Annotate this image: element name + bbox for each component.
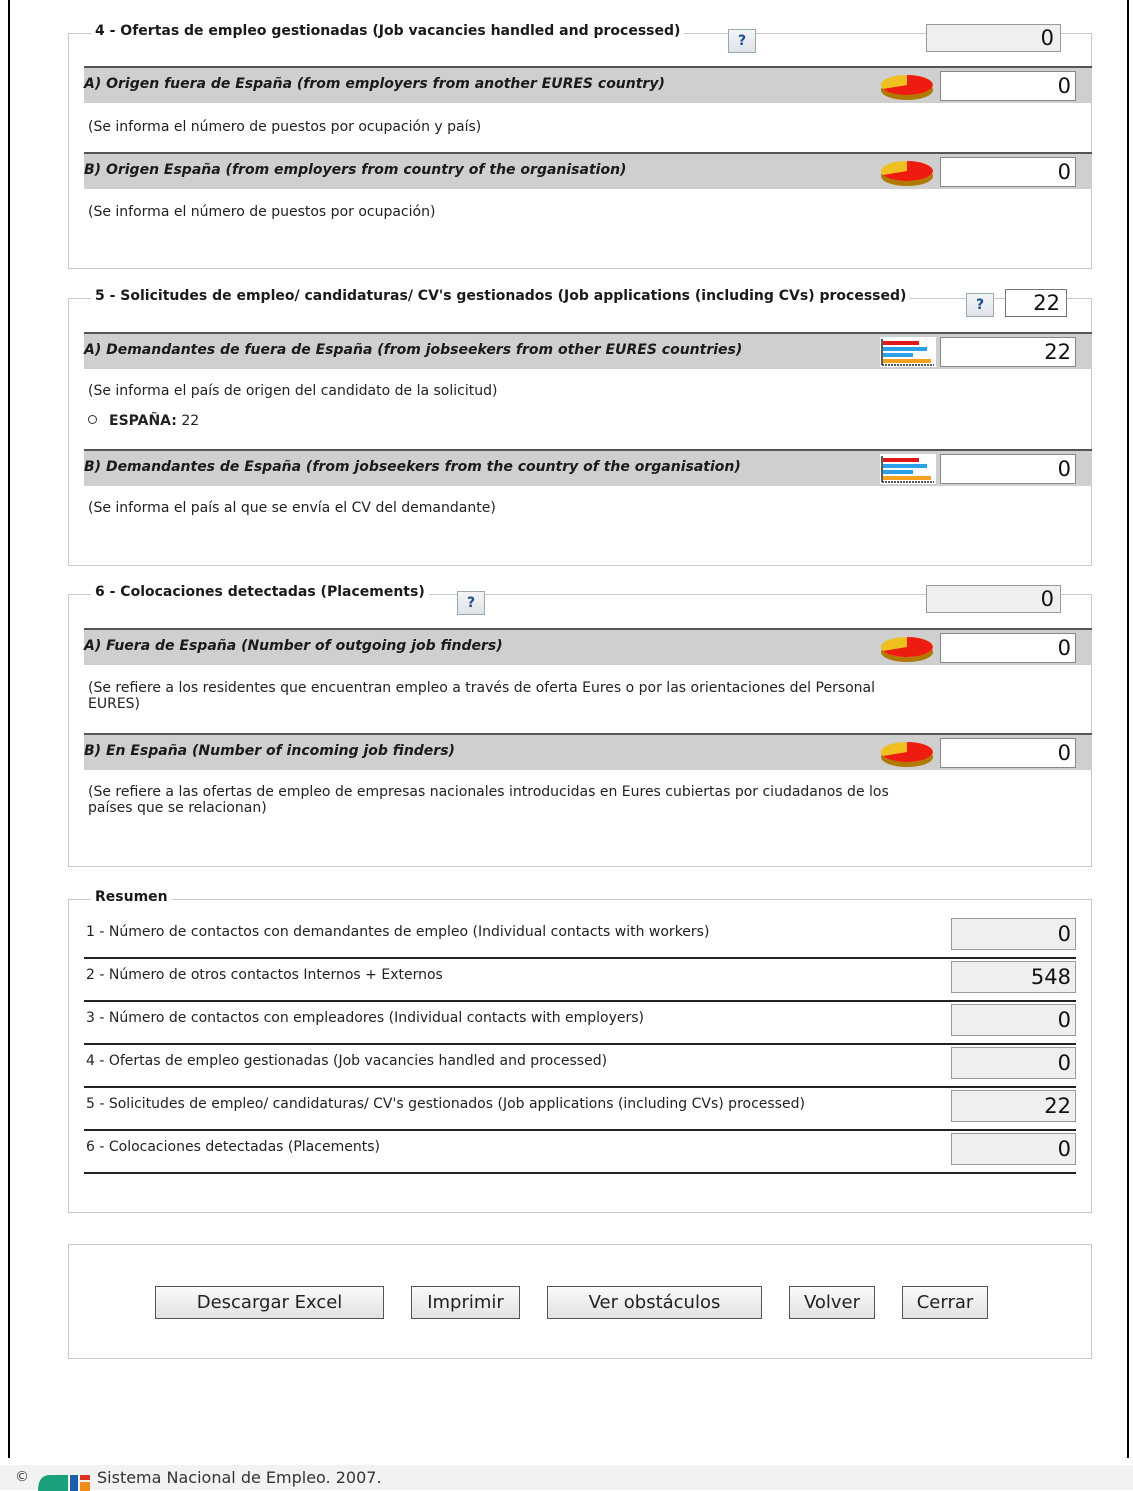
section-job-applications: 5 - Solicitudes de empleo/ candidaturas/… [68,288,1092,566]
back-button[interactable]: Volver [789,1286,875,1319]
subsection-label: A) Fuera de España (Number of outgoing j… [84,638,503,654]
value-field: 0 [940,71,1076,101]
country-name: ESPAÑA: [109,413,177,429]
section-placements: 6 - Colocaciones detectadas (Placements)… [68,584,1092,867]
section-title: 5 - Solicitudes de empleo/ candidaturas/… [91,288,911,304]
subsection-label: B) Origen España (from employers from co… [84,162,627,178]
summary-label: 2 - Número de otros contactos Internos +… [86,967,443,983]
bullet-icon [88,415,97,424]
summary-label: 6 - Colocaciones detectadas (Placements) [86,1139,380,1155]
subsection-header: B) Demandantes de España (from jobseeker… [84,449,1092,486]
view-obstacles-button[interactable]: Ver obstáculos [547,1286,762,1319]
summary-row: 5 - Solicitudes de empleo/ candidaturas/… [84,1088,1076,1131]
section-total: 0 [926,585,1061,613]
note-line: EURES) [88,696,141,712]
copyright-symbol: © [15,1469,29,1485]
summary-value: 0 [951,1047,1076,1079]
summary-label: 1 - Número de contactos con demandantes … [86,924,710,940]
value-field: 0 [940,633,1076,663]
summary-value: 548 [951,961,1076,993]
download-excel-button[interactable]: Descargar Excel [155,1286,384,1319]
value-field: 22 [940,337,1076,367]
subsection-note: (Se informa el país de origen del candid… [88,383,498,399]
bar-chart-icon[interactable] [880,454,936,484]
country-value: 22 [181,413,200,429]
subsection-note: (Se informa el número de puestos por ocu… [88,204,436,220]
summary-value: 0 [951,1004,1076,1036]
summary-label: 3 - Número de contactos con empleadores … [86,1010,645,1026]
summary-value: 0 [951,1133,1076,1165]
subsection-label: A) Demandantes de fuera de España (from … [84,342,743,358]
bar-chart-icon[interactable] [880,337,936,367]
summary-row: 2 - Número de otros contactos Internos +… [84,959,1076,1002]
country-item: ESPAÑA: 22 [88,413,199,429]
section-total: 0 [926,24,1061,52]
subsection-label: A) Origen fuera de España (from employer… [84,76,665,92]
subsection-header: B) En España (Number of incoming job fin… [84,733,1092,770]
summary-value: 0 [951,918,1076,950]
summary-row: 4 - Ofertas de empleo gestionadas (Job v… [84,1045,1076,1088]
value-field: 0 [940,738,1076,768]
footer: © Sistema Nacional de Empleo. 2007. [0,1465,1133,1491]
summary-row: 1 - Número de contactos con demandantes … [84,916,1076,959]
help-button[interactable]: ? [457,591,485,615]
summary-row: 3 - Número de contactos con empleadores … [84,1002,1076,1045]
note-line: (Se refiere a los residentes que encuent… [88,680,876,696]
subsection-header: A) Origen fuera de España (from employer… [84,66,1092,103]
subsection-note: (Se informa el país al que se envía el C… [88,500,496,516]
print-button[interactable]: Imprimir [411,1286,520,1319]
help-button[interactable]: ? [966,293,994,317]
summary-value: 22 [951,1090,1076,1122]
section-title: 6 - Colocaciones detectadas (Placements) [91,584,429,600]
section-job-vacancies: 4 - Ofertas de empleo gestionadas (Job v… [68,23,1092,269]
help-button[interactable]: ? [728,29,756,53]
pie-chart-icon[interactable] [880,633,936,663]
summary-row: 6 - Colocaciones detectadas (Placements)… [84,1131,1076,1174]
summary-label: 5 - Solicitudes de empleo/ candidaturas/… [86,1096,805,1112]
pie-chart-icon[interactable] [880,71,936,101]
value-field: 0 [940,157,1076,187]
subsection-header: B) Origen España (from employers from co… [84,152,1092,189]
close-button[interactable]: Cerrar [902,1286,988,1319]
summary-section: Resumen 1 - Número de contactos con dema… [68,889,1092,1213]
note-line: (Se refiere a las ofertas de empleo de e… [88,784,889,800]
sne-logo [38,1475,90,1491]
pie-chart-icon[interactable] [880,738,936,768]
subsection-note: (Se informa el número de puestos por ocu… [88,119,482,135]
subsection-header: A) Demandantes de fuera de España (from … [84,332,1092,369]
subsection-note: (Se refiere a los residentes que encuent… [88,680,875,712]
summary-title: Resumen [91,889,172,905]
action-bar: Descargar Excel Imprimir Ver obstáculos … [68,1244,1092,1359]
section-total: 22 [1005,289,1067,317]
pie-chart-icon[interactable] [880,157,936,187]
subsection-label: B) En España (Number of incoming job fin… [84,743,455,759]
subsection-note: (Se refiere a las ofertas de empleo de e… [88,784,889,816]
footer-text: Sistema Nacional de Empleo. 2007. [97,1468,382,1487]
value-field: 0 [940,454,1076,484]
subsection-label: B) Demandantes de España (from jobseeker… [84,459,741,475]
note-line: países que se relacionan) [88,800,267,816]
subsection-header: A) Fuera de España (Number of outgoing j… [84,628,1092,665]
section-title: 4 - Ofertas de empleo gestionadas (Job v… [91,23,685,39]
summary-label: 4 - Ofertas de empleo gestionadas (Job v… [86,1053,608,1069]
